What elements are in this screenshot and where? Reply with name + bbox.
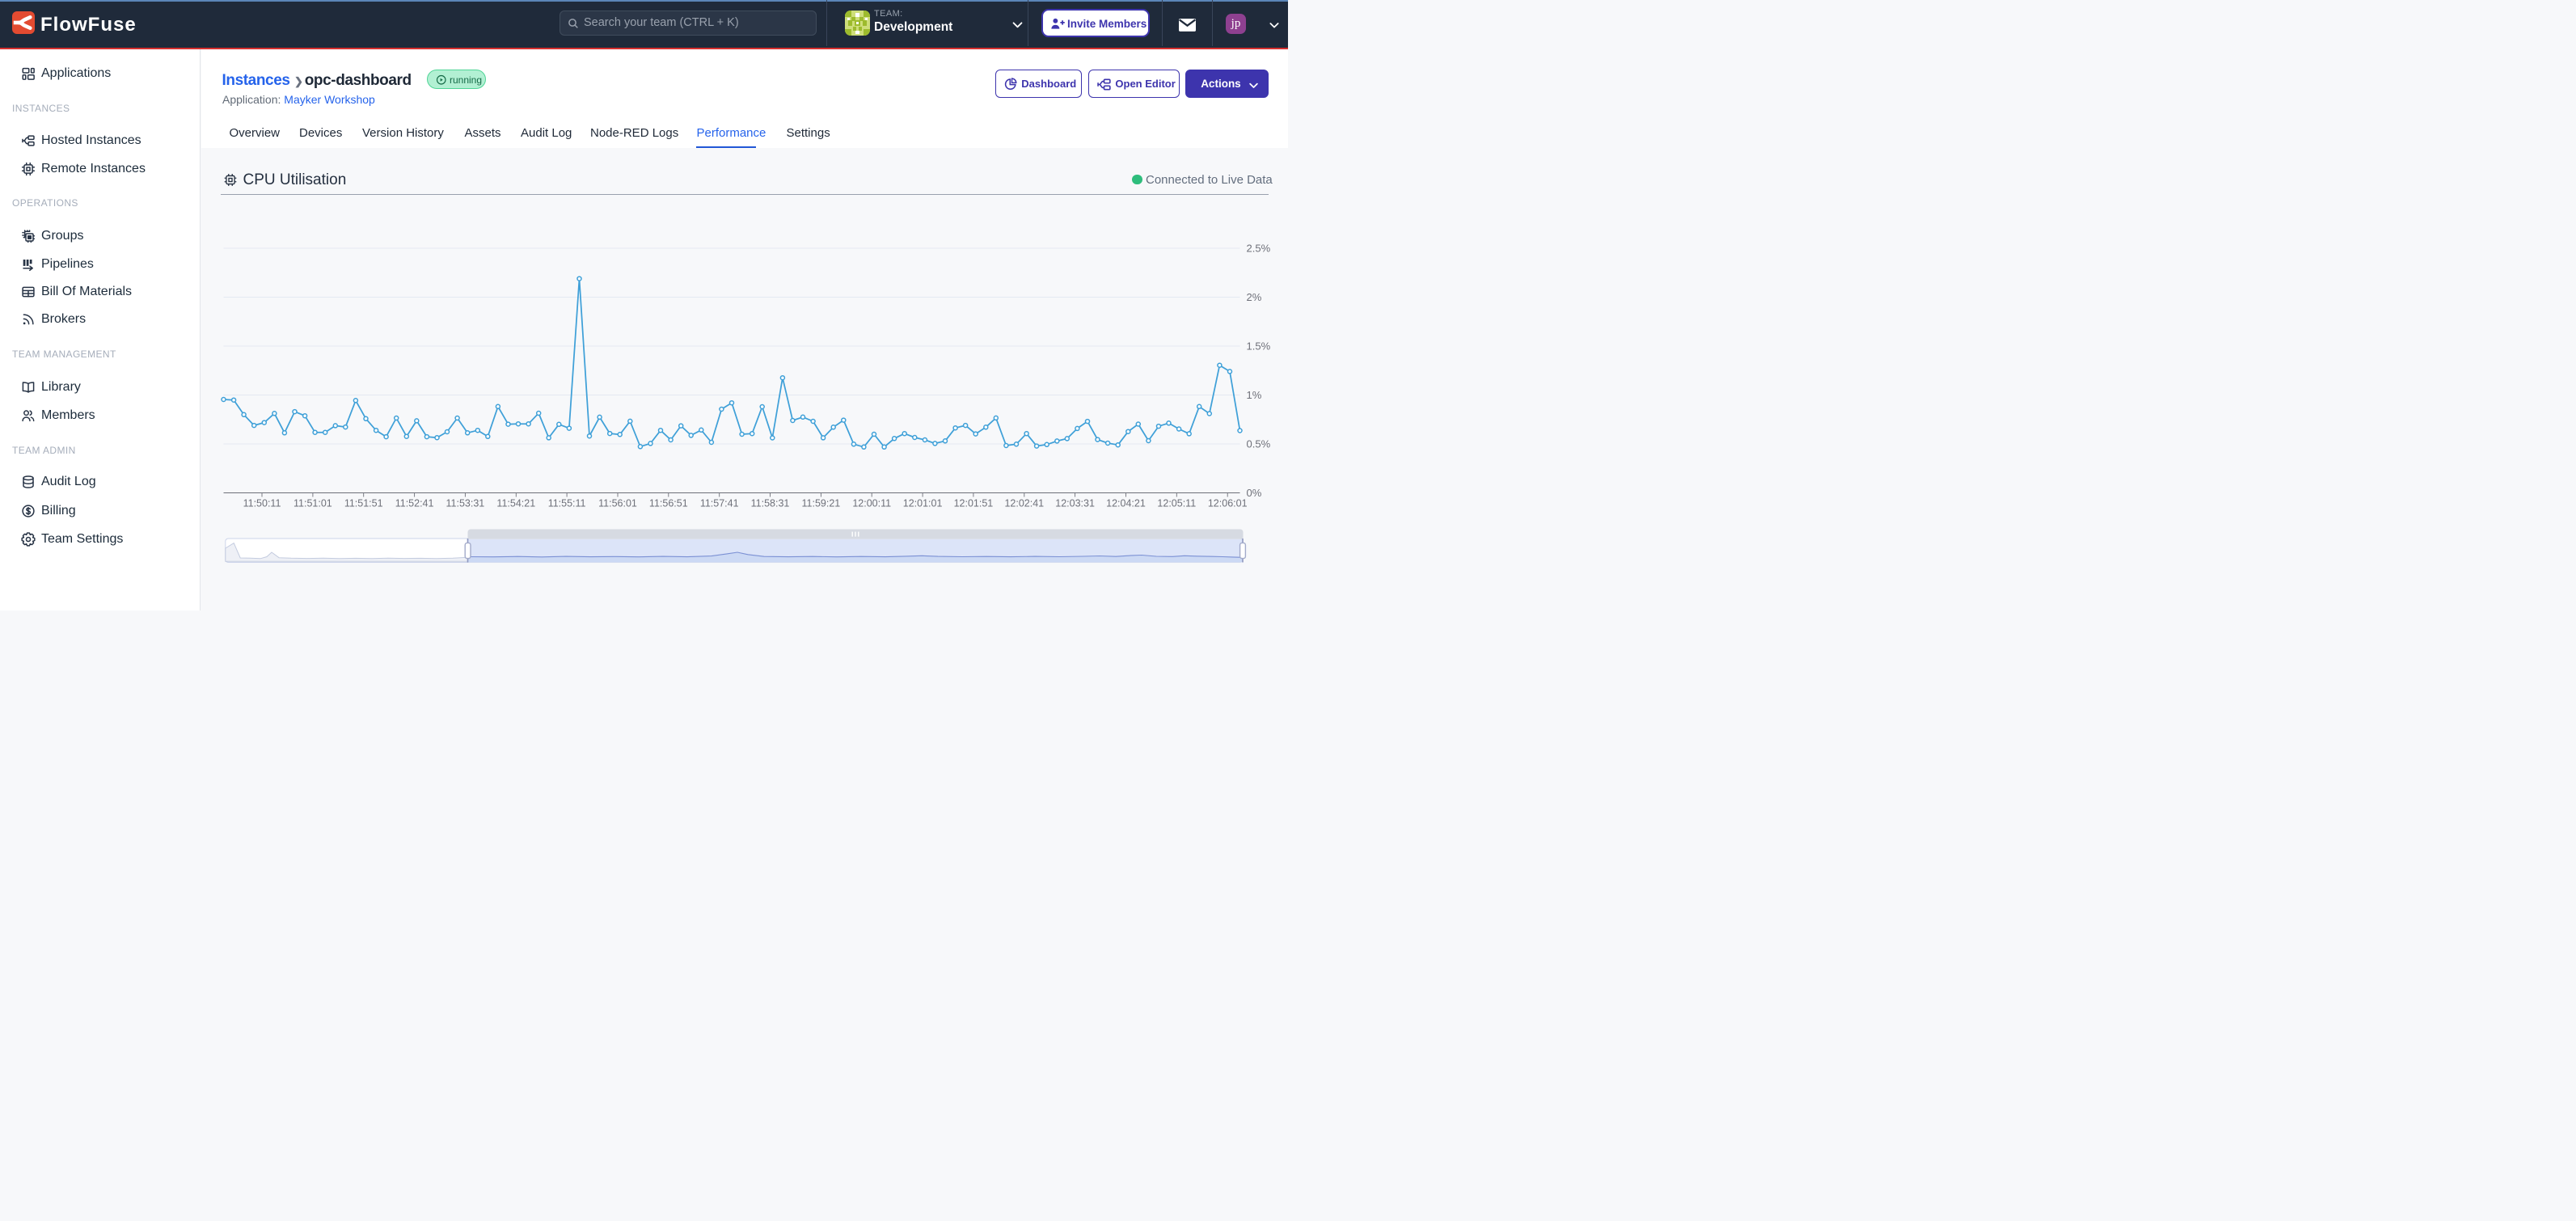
- svg-text:11:57:41: 11:57:41: [700, 498, 739, 509]
- svg-text:12:02:41: 12:02:41: [1004, 498, 1044, 509]
- svg-text:11:52:41: 11:52:41: [395, 498, 434, 509]
- svg-text:11:50:11: 11:50:11: [243, 498, 281, 509]
- svg-text:12:03:31: 12:03:31: [1055, 498, 1095, 509]
- svg-text:11:53:31: 11:53:31: [446, 498, 485, 509]
- svg-text:11:56:51: 11:56:51: [649, 498, 688, 509]
- svg-text:12:01:51: 12:01:51: [954, 498, 994, 509]
- svg-text:11:54:21: 11:54:21: [496, 498, 535, 509]
- svg-text:11:59:21: 11:59:21: [802, 498, 841, 509]
- svg-text:0%: 0%: [1247, 487, 1262, 499]
- svg-text:11:58:31: 11:58:31: [751, 498, 790, 509]
- svg-text:12:04:21: 12:04:21: [1106, 498, 1146, 509]
- svg-text:11:51:51: 11:51:51: [344, 498, 383, 509]
- svg-text:12:05:11: 12:05:11: [1157, 498, 1196, 509]
- svg-text:11:56:01: 11:56:01: [598, 498, 637, 509]
- svg-text:2.5%: 2.5%: [1247, 243, 1271, 255]
- svg-text:2%: 2%: [1247, 291, 1262, 303]
- svg-text:12:01:01: 12:01:01: [903, 498, 943, 509]
- svg-text:0.5%: 0.5%: [1247, 438, 1271, 450]
- svg-text:11:55:11: 11:55:11: [548, 498, 586, 509]
- svg-text:12:06:01: 12:06:01: [1208, 498, 1248, 509]
- svg-text:12:00:11: 12:00:11: [852, 498, 891, 509]
- svg-text:1.5%: 1.5%: [1247, 340, 1271, 353]
- svg-text:1%: 1%: [1247, 389, 1262, 401]
- svg-text:11:51:01: 11:51:01: [293, 498, 332, 509]
